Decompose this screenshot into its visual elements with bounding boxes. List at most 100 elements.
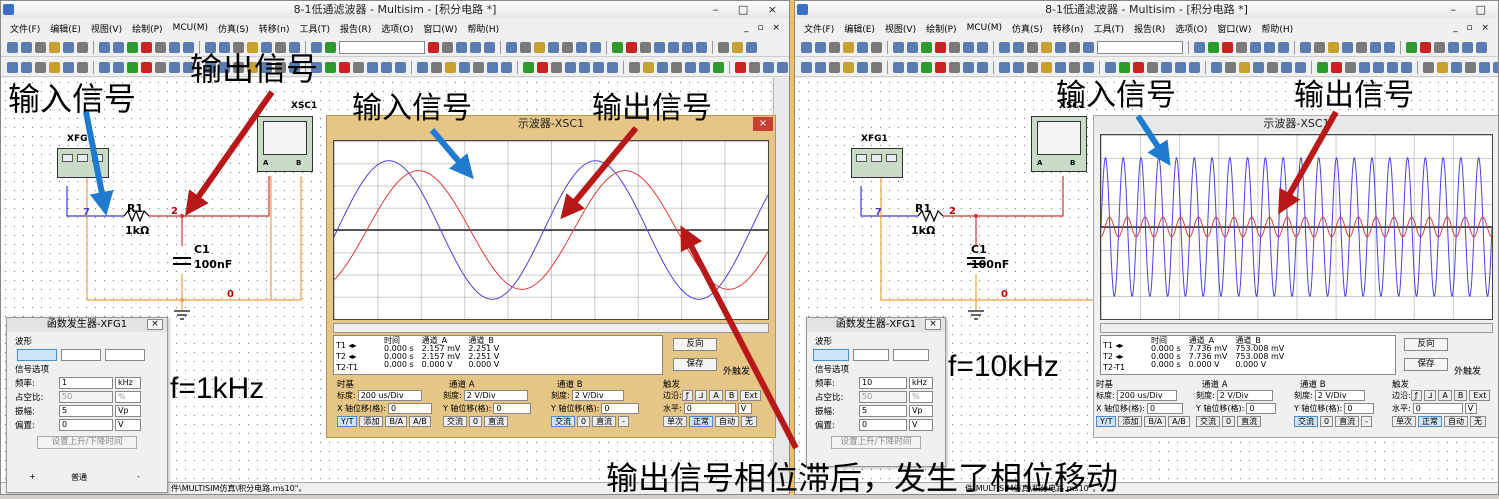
toolbar-button-icon[interactable] [261,41,272,53]
menu-item-3[interactable]: 绘制(P) [127,22,167,35]
sine-wave-button[interactable] [813,349,849,361]
toolbar-button-icon[interactable] [99,41,110,53]
toolbar-button-icon[interactable] [21,61,32,73]
freq-unit[interactable]: kHz [909,377,933,389]
trigger-mode-button-1[interactable]: 正常 [689,416,713,427]
toolbar-button-icon[interactable] [579,61,590,73]
toolbar-button-icon[interactable] [367,61,378,73]
toolbar-button-icon[interactable] [1314,41,1325,53]
toolbar-button-icon[interactable] [501,61,512,73]
toolbar-button-icon[interactable] [261,61,272,73]
toolbar-button-icon[interactable] [1194,41,1205,53]
toolbar-button-icon[interactable] [1356,41,1367,53]
cha-coupling-button-0[interactable]: 交流 [443,416,467,427]
toolbar-button-icon[interactable] [381,61,392,73]
toolbar-button-icon[interactable] [1119,61,1130,73]
toolbar-button-icon[interactable] [275,61,286,73]
t1-arrows-icon[interactable]: ◂▸ [1116,341,1124,350]
trigger-mode-button-2[interactable]: 自动 [715,416,739,427]
toolbar-button-icon[interactable] [893,61,904,73]
chb-coupling-button-1[interactable]: 0 [1320,416,1334,427]
toolbar-button-icon[interactable] [534,41,545,53]
toolbar-button-icon[interactable] [593,61,604,73]
toolbar-button-icon[interactable] [977,61,988,73]
toolbar-button-icon[interactable] [654,41,665,53]
toolbar-button-icon[interactable] [484,41,495,53]
fgen-close-button[interactable]: × [147,319,163,330]
scope-scrollbar[interactable] [1100,323,1493,333]
toolbar-button-icon[interactable] [99,61,110,73]
edge-button-2[interactable]: A [709,390,723,401]
square-wave-button[interactable] [105,349,145,361]
menu-item-11[interactable]: 帮助(H) [462,22,504,35]
toolbar-dropdown[interactable] [339,40,425,54]
edge-button-1[interactable]: ᒧ [694,390,708,401]
toolbar-button-icon[interactable] [763,61,774,73]
edge-button-0[interactable]: ƒ [681,390,693,401]
toolbar-button-icon[interactable] [1236,41,1247,53]
toolbar-button-icon[interactable] [1239,61,1250,73]
toolbar-button-icon[interactable] [1267,61,1278,73]
toolbar-button-icon[interactable] [1331,61,1342,73]
trigger-mode-button-2[interactable]: 自动 [1444,416,1468,427]
toolbar-button-icon[interactable] [1342,41,1353,53]
toolbar-button-icon[interactable] [49,61,60,73]
toolbar-button-icon[interactable] [1083,61,1094,73]
triangle-wave-button[interactable] [61,349,101,361]
toolbar-button-icon[interactable] [1434,41,1445,53]
toolbar-button-icon[interactable] [537,61,548,73]
timebase-mode-button-1[interactable]: 添加 [1118,416,1143,427]
toolbar-button-icon[interactable] [141,61,152,73]
toolbar-button-icon[interactable] [35,41,46,53]
toolbar-button-icon[interactable] [49,41,60,53]
toolbar-button-icon[interactable] [113,41,124,53]
toolbar-button-icon[interactable] [1423,61,1434,73]
toolbar-button-icon[interactable] [1465,61,1476,73]
toolbar-button-icon[interactable] [1083,41,1094,53]
toolbar-button-icon[interactable] [289,41,300,53]
toolbar-button-icon[interactable] [907,41,918,53]
timebase-input[interactable]: 200 us/Div [1116,390,1177,401]
toolbar-button-icon[interactable] [1069,61,1080,73]
toolbar-button-icon[interactable] [893,41,904,53]
toolbar-button-icon[interactable] [311,41,322,53]
menu-item-5[interactable]: 仿真(S) [1007,22,1048,35]
menu-item-10[interactable]: 窗口(W) [1212,22,1256,35]
menu-item-10[interactable]: 窗口(W) [418,22,462,35]
toolbar-button-icon[interactable] [1027,41,1038,53]
toolbar-button-icon[interactable] [1420,41,1431,53]
amp-input[interactable]: 5 [59,405,113,417]
mdi-controls[interactable]: _ ▫ × [744,23,789,33]
menu-item-6[interactable]: 转移(n) [1048,22,1089,35]
toolbar-button-icon[interactable] [843,61,854,73]
t1-arrows-icon[interactable]: ◂▸ [349,341,357,350]
menu-item-8[interactable]: 报告(R) [335,22,376,35]
toolbar-button-icon[interactable] [935,41,946,53]
toolbar-button-icon[interactable] [590,41,601,53]
toolbar-button-icon[interactable] [1479,61,1490,73]
menu-item-7[interactable]: 工具(T) [294,22,335,35]
toolbar-button-icon[interactable] [1013,41,1024,53]
toolbar-button-icon[interactable] [629,61,640,73]
toolbar-button-icon[interactable] [963,61,974,73]
toolbar-button-icon[interactable] [999,61,1010,73]
toolbar-button-icon[interactable] [607,61,618,73]
window-controls[interactable]: – □ [1451,1,1494,18]
toolbar-button-icon[interactable] [1295,61,1306,73]
oscilloscope-instrument[interactable]: A B [1031,116,1087,172]
toolbar-button-icon[interactable] [1373,61,1384,73]
toolbar-button-icon[interactable] [353,61,364,73]
chb-coupling-button-3[interactable]: - [618,416,629,427]
menu-item-3[interactable]: 绘制(P) [921,22,961,35]
triangle-wave-button[interactable] [853,349,889,361]
toolbar-button-icon[interactable] [713,61,724,73]
level-input[interactable]: 0 [683,403,736,414]
toolbar-button-icon[interactable] [612,41,623,53]
offset-unit[interactable]: V [909,419,933,431]
toolbar-button-icon[interactable] [1253,61,1264,73]
timebase-mode-button-0[interactable]: Y/T [1096,416,1117,427]
toolbar-button-icon[interactable] [431,61,442,73]
oscilloscope-instrument[interactable]: A B [257,116,313,172]
cha-pos-input[interactable]: 0 [1246,403,1277,414]
toolbar-button-icon[interactable] [141,41,152,53]
